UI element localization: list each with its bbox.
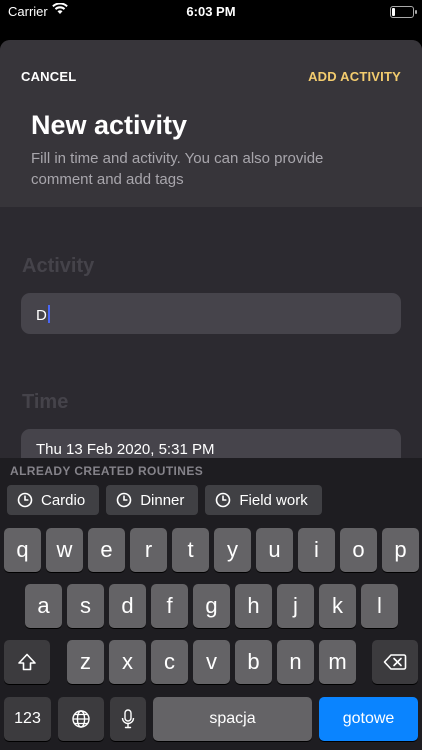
routine-chip-cardio[interactable]: Cardio [7, 485, 100, 515]
key-u[interactable]: u [256, 528, 293, 572]
globe-icon [72, 710, 90, 728]
space-key[interactable]: spacja [153, 697, 312, 741]
key-t[interactable]: t [172, 528, 209, 572]
text-cursor [47, 305, 50, 323]
key-s[interactable]: s [67, 584, 104, 628]
shift-key[interactable] [4, 640, 50, 684]
key-n[interactable]: n [277, 640, 314, 684]
globe-key[interactable] [58, 697, 104, 741]
key-c[interactable]: c [151, 640, 188, 684]
routine-chip-label: Field work [239, 491, 308, 509]
key-q[interactable]: q [4, 528, 41, 572]
key-l[interactable]: l [361, 584, 398, 628]
time-section-label: Time [22, 391, 69, 413]
key-d[interactable]: d [109, 584, 146, 628]
key-e[interactable]: e [88, 528, 125, 572]
key-m[interactable]: m [319, 640, 356, 684]
page-subtitle: Fill in time and activity. You can also … [31, 150, 324, 188]
key-i[interactable]: i [298, 528, 335, 572]
key-x[interactable]: x [109, 640, 146, 684]
shift-icon [18, 653, 36, 671]
status-bar: Carrier 6:03 PM [0, 0, 422, 24]
microphone-icon [121, 709, 135, 729]
key-a[interactable]: a [25, 584, 62, 628]
numbers-key[interactable]: 123 [4, 697, 51, 741]
routine-chips: Cardio Dinner Field work [7, 485, 322, 515]
key-v[interactable]: v [193, 640, 230, 684]
routine-chip-dinner[interactable]: Dinner [106, 485, 199, 515]
battery-icon [390, 6, 417, 18]
activity-input-value: D [36, 307, 47, 324]
cancel-button[interactable]: CANCEL [21, 69, 76, 84]
key-o[interactable]: o [340, 528, 377, 572]
routines-header: ALREADY CREATED ROUTINES [10, 464, 204, 478]
done-key[interactable]: gotowe [319, 697, 418, 741]
status-time: 6:03 PM [186, 4, 236, 19]
key-p[interactable]: p [382, 528, 419, 572]
key-b[interactable]: b [235, 640, 272, 684]
clock-icon [116, 492, 132, 508]
routine-chip-label: Cardio [41, 491, 86, 509]
backspace-key[interactable] [372, 640, 418, 684]
key-k[interactable]: k [319, 584, 356, 628]
routine-chip-label: Dinner [140, 491, 185, 509]
clock-icon [216, 492, 231, 508]
routine-chip-field-work[interactable]: Field work [205, 485, 322, 515]
key-h[interactable]: h [235, 584, 272, 628]
sheet-header: CANCEL ADD ACTIVITY New activity Fill in… [0, 40, 422, 207]
activity-input[interactable]: D [21, 293, 401, 334]
key-f[interactable]: f [151, 584, 188, 628]
key-y[interactable]: y [214, 528, 251, 572]
dictation-key[interactable] [110, 697, 146, 741]
backspace-icon [383, 654, 407, 670]
key-g[interactable]: g [193, 584, 230, 628]
key-r[interactable]: r [130, 528, 167, 572]
time-field-value: Thu 13 Feb 2020, 5:31 PM [36, 441, 215, 458]
key-z[interactable]: z [67, 640, 104, 684]
activity-section-label: Activity [22, 255, 95, 277]
key-j[interactable]: j [277, 584, 314, 628]
add-activity-button[interactable]: ADD ACTIVITY [308, 69, 401, 84]
key-w[interactable]: w [46, 528, 83, 572]
page-title: New activity [31, 110, 188, 140]
keyboard-area: ALREADY CREATED ROUTINES Cardio Dinner F… [0, 458, 422, 750]
new-activity-sheet: CANCEL ADD ACTIVITY New activity Fill in… [0, 40, 422, 470]
clock-icon [17, 492, 33, 508]
